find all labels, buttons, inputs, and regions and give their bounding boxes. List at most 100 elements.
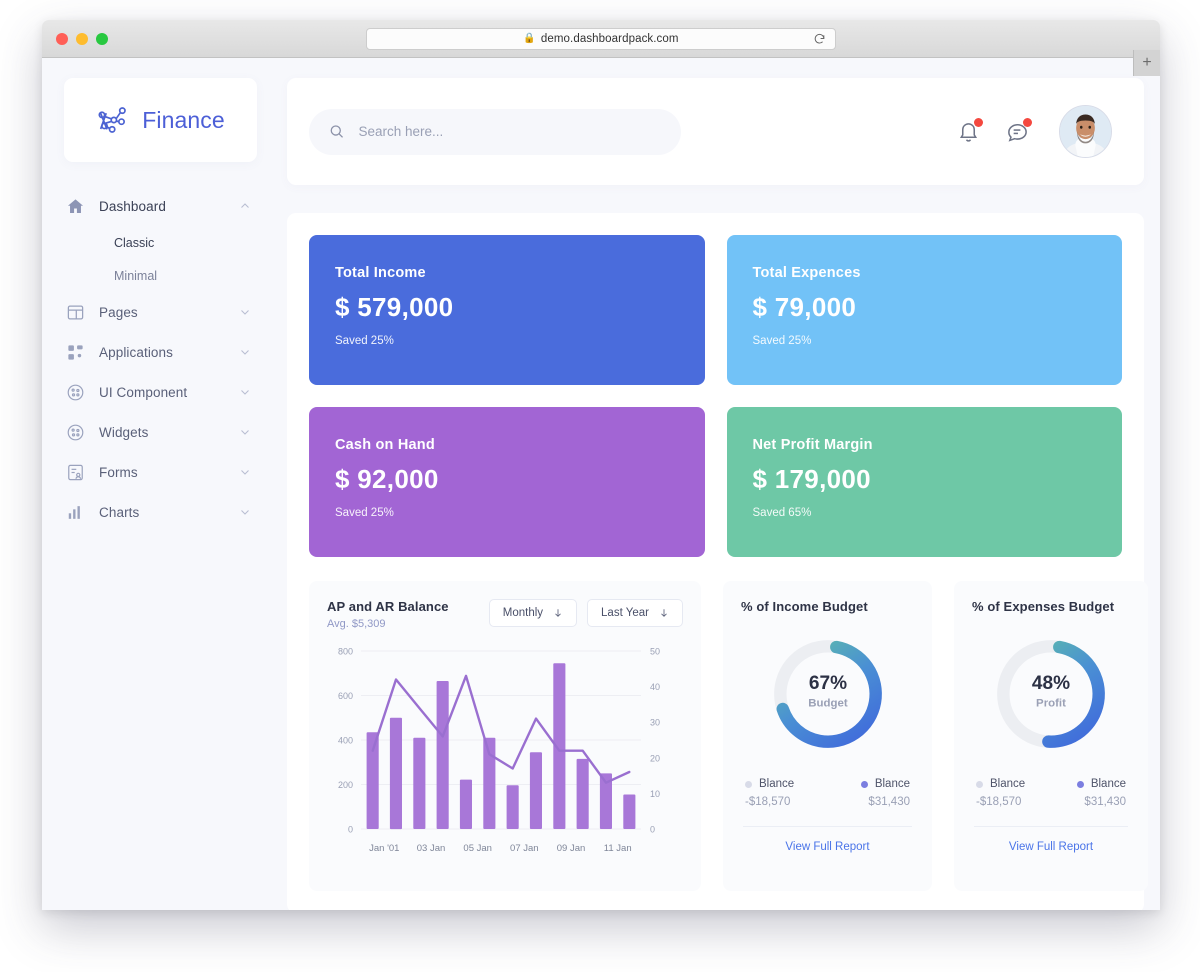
chevron-down-icon xyxy=(239,426,251,438)
chevron-down-icon xyxy=(239,466,251,478)
sidebar-item-label: Applications xyxy=(99,345,225,360)
form-user-icon xyxy=(66,463,85,482)
maximize-window-button[interactable] xyxy=(96,33,108,45)
svg-text:0: 0 xyxy=(348,825,353,835)
app-shell: Finance Dashboard Classic Minimal Page xyxy=(42,58,1160,910)
window-icon xyxy=(66,303,85,322)
kpi-card-cash-on-hand: Cash on Hand $ 92,000 Saved 25% xyxy=(309,407,705,557)
minimize-window-button[interactable] xyxy=(76,33,88,45)
kpi-grid: Total Income $ 579,000 Saved 25% Total E… xyxy=(309,235,1122,557)
messages-button[interactable] xyxy=(1006,120,1029,143)
sidebar-item-pages[interactable]: Pages xyxy=(42,292,275,332)
notifications-button[interactable] xyxy=(957,120,980,143)
monthly-dropdown-label: Monthly xyxy=(503,607,543,619)
chevron-down-icon xyxy=(239,306,251,318)
main-content: Total Income $ 579,000 Saved 25% Total E… xyxy=(275,58,1160,910)
sidebar-subitem-classic[interactable]: Classic xyxy=(42,226,275,259)
legend-item: Blance -$18,570 xyxy=(745,778,828,808)
content-area: Total Income $ 579,000 Saved 25% Total E… xyxy=(287,213,1144,910)
reload-icon[interactable] xyxy=(813,33,826,46)
svg-text:50: 50 xyxy=(650,647,660,657)
chevron-down-icon xyxy=(239,386,251,398)
legend-value: -$18,570 xyxy=(976,796,1051,808)
chevron-down-icon xyxy=(239,506,251,518)
legend-value: $31,430 xyxy=(1051,796,1126,808)
sidebar-item-charts[interactable]: Charts xyxy=(42,492,275,532)
browser-window: 🔒 demo.dashboardpack.com + Finance xyxy=(42,20,1160,910)
window-controls[interactable] xyxy=(56,33,108,45)
kpi-label: Cash on Hand xyxy=(335,437,679,453)
divider xyxy=(974,826,1128,827)
sidebar-item-applications[interactable]: Applications xyxy=(42,332,275,372)
kpi-value: $ 579,000 xyxy=(335,292,679,323)
brand-card[interactable]: Finance xyxy=(64,78,257,162)
expenses-legend: Blance -$18,570 Blance $31,430 xyxy=(972,778,1130,808)
network-nodes-icon xyxy=(96,103,130,137)
sidebar-item-forms[interactable]: Forms xyxy=(42,452,275,492)
avatar[interactable] xyxy=(1059,105,1112,158)
kpi-subtext: Saved 25% xyxy=(753,335,1097,347)
expenses-donut: 48% Profit xyxy=(972,632,1130,756)
legend-item: Blance $31,430 xyxy=(828,778,911,808)
svg-text:11 Jan: 11 Jan xyxy=(604,843,632,854)
legend-label: Blance xyxy=(990,778,1025,790)
brand-name: Finance xyxy=(142,107,225,134)
user-avatar-image xyxy=(1060,106,1111,157)
legend-item: Blance $31,430 xyxy=(1051,778,1126,808)
sidebar-nav: Dashboard Classic Minimal Pages xyxy=(42,186,275,532)
legend-item: Blance -$18,570 xyxy=(976,778,1051,808)
legend-dot xyxy=(1077,781,1084,788)
search-icon xyxy=(329,123,344,140)
lower-row: AP and AR Balance Avg. $5,309 Monthly La… xyxy=(309,581,1122,891)
palette-icon xyxy=(66,383,85,402)
kpi-value: $ 92,000 xyxy=(335,464,679,495)
view-full-report-link[interactable]: View Full Report xyxy=(741,841,914,853)
income-budget-panel: % of Income Budget xyxy=(723,581,932,891)
kpi-card-total-expences: Total Expences $ 79,000 Saved 25% xyxy=(727,235,1123,385)
new-tab-button[interactable]: + xyxy=(1133,50,1160,76)
kpi-value: $ 179,000 xyxy=(753,464,1097,495)
svg-text:800: 800 xyxy=(338,647,353,657)
chevron-up-icon xyxy=(239,200,251,212)
arrow-down-icon xyxy=(553,608,563,618)
chevron-down-icon xyxy=(239,346,251,358)
panel-subtitle: Avg. $5,309 xyxy=(327,618,449,630)
sidebar-subitem-minimal[interactable]: Minimal xyxy=(42,259,275,292)
svg-text:40: 40 xyxy=(650,682,660,692)
close-window-button[interactable] xyxy=(56,33,68,45)
arrow-down-icon xyxy=(659,608,669,618)
last-year-dropdown[interactable]: Last Year xyxy=(587,599,683,627)
sidebar-item-label: Forms xyxy=(99,465,225,480)
kpi-subtext: Saved 25% xyxy=(335,507,679,519)
palette-icon xyxy=(66,423,85,442)
panel-title: % of Income Budget xyxy=(741,599,914,614)
home-icon xyxy=(66,197,85,216)
donut-center-label: Profit xyxy=(1036,697,1066,709)
view-full-report-link[interactable]: View Full Report xyxy=(972,841,1130,853)
address-bar[interactable]: 🔒 demo.dashboardpack.com xyxy=(366,28,836,50)
monthly-dropdown[interactable]: Monthly xyxy=(489,599,577,627)
kpi-subtext: Saved 25% xyxy=(335,335,679,347)
lock-icon: 🔒 xyxy=(523,34,535,44)
expenses-budget-panel: % of Expenses Budget xyxy=(954,581,1148,891)
svg-text:05 Jan: 05 Jan xyxy=(463,843,492,854)
sidebar-item-dashboard[interactable]: Dashboard xyxy=(42,186,275,226)
panel-title: % of Expenses Budget xyxy=(972,599,1130,614)
kpi-subtext: Saved 65% xyxy=(753,507,1097,519)
donut-chart-expenses: 48% Profit xyxy=(989,632,1113,756)
donut-center-value: 67% xyxy=(808,673,846,694)
search-box[interactable] xyxy=(309,109,681,155)
legend-dot xyxy=(976,781,983,788)
legend-label: Blance xyxy=(875,778,910,790)
sidebar-item-widgets[interactable]: Widgets xyxy=(42,412,275,452)
kpi-value: $ 79,000 xyxy=(753,292,1097,323)
svg-text:30: 30 xyxy=(650,718,660,728)
kpi-label: Total Income xyxy=(335,265,679,281)
notification-badge xyxy=(974,118,983,127)
kpi-card-net-profit-margin: Net Profit Margin $ 179,000 Saved 65% xyxy=(727,407,1123,557)
sidebar-item-label: Widgets xyxy=(99,425,225,440)
sidebar-item-ui-component[interactable]: UI Component xyxy=(42,372,275,412)
legend-dot xyxy=(861,781,868,788)
search-input[interactable] xyxy=(358,124,661,139)
legend-dot xyxy=(745,781,752,788)
